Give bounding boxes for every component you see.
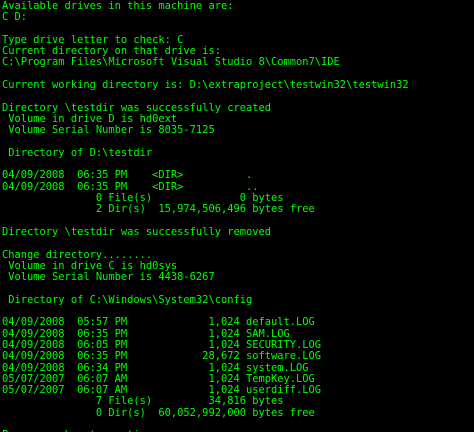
console-line: Current working directory is: D:\extrapr… [2, 80, 409, 92]
console-line: Current directory on that drive is: [2, 46, 221, 58]
console-line: 7 File(s) 34,816 bytes [2, 396, 284, 408]
console-line: 2 Dir(s) 15,974,506,496 bytes free [2, 204, 315, 216]
console-line: Available drives in this machine are: [2, 1, 234, 12]
console-line: Directory of D:\testdir [2, 147, 153, 159]
console-line: 04/09/2008 06:34 PM 1,024 system.LOG [2, 362, 309, 374]
console-line: 05/07/2007 06:07 AM 1,024 userdiff.LOG [2, 385, 322, 397]
console-line: 04/09/2008 06:35 PM <DIR> .. [2, 181, 259, 193]
console-line: 04/09/2008 06:35 PM <DIR> . [2, 170, 253, 182]
console-line: 0 File(s) 0 bytes [2, 193, 284, 205]
console-line: 04/09/2008 06:05 PM 1,024 SECURITY.LOG [2, 339, 322, 351]
console-line: Volume Serial Number is 8035-7125 [2, 125, 215, 137]
console-line: 05/07/2007 06:07 AM 1,024 TempKey.LOG [2, 373, 315, 385]
console-window[interactable]: Available drives in this machine are: C D… [0, 0, 474, 432]
console-line: Volume in drive C is hd0sys [2, 260, 178, 272]
console-line: 0 Dir(s) 60,052,992,000 bytes free [2, 407, 315, 419]
console-line: Type drive letter to check: C [2, 34, 184, 46]
console-line: C:\Program Files\Microsoft Visual Studio… [2, 57, 340, 69]
console-line: Volume Serial Number is 4438-6267 [2, 272, 215, 284]
console-line: Directory of C:\Windows\System32\config [2, 294, 253, 306]
console-line: 04/09/2008 06:35 PM 1,024 SAM.LOG [2, 328, 290, 340]
console-line: Volume in drive D is hd0ext [2, 113, 178, 125]
console-line: 04/09/2008 06:35 PM 28,672 software.LOG [2, 351, 322, 363]
console-line: Directory \testdir was successfully crea… [2, 102, 271, 114]
console-line: Directory \testdir was successfully remo… [2, 226, 271, 238]
console-line: C D: [2, 12, 28, 24]
console-line: 04/09/2008 05:57 PM 1,024 default.LOG [2, 317, 315, 329]
console-line: Change directory........ [2, 249, 153, 261]
